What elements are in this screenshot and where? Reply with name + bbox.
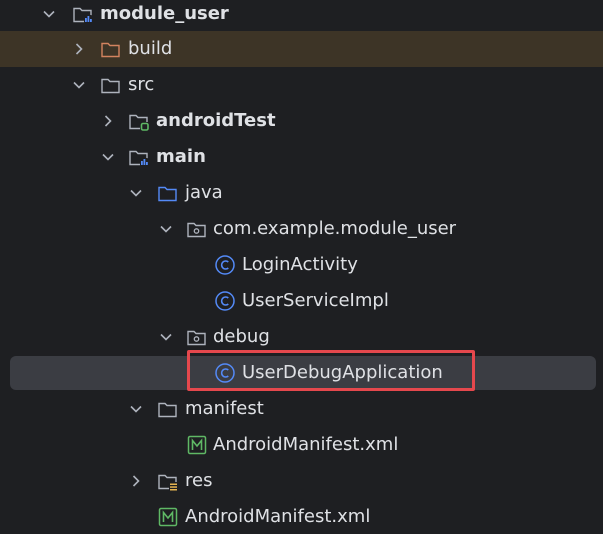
module-folder-icon [128,146,150,168]
manifest-file-icon [186,434,208,456]
package-icon [186,326,208,348]
tree-item-label: UserServiceImpl [242,290,389,311]
tree-item-build[interactable]: build [0,31,603,67]
chevron-down-icon[interactable] [40,5,58,23]
class-icon [214,254,236,276]
tree-item-android-manifest-xml[interactable]: AndroidManifest.xml [0,427,603,463]
module-folder-icon [72,3,94,25]
chevron-down-icon[interactable] [99,148,117,166]
package-icon [186,218,208,240]
tree-item-label: build [128,38,173,59]
tree-item-manifest-folder[interactable]: manifest [0,391,603,427]
tree-item-res[interactable]: res [0,463,603,499]
test-folder-icon [128,110,150,132]
tree-item-src[interactable]: src [0,67,603,103]
tree-item-label: manifest [185,398,264,419]
tree-item-package-module-user[interactable]: com.example.module_user [0,211,603,247]
tree-item-label: main [156,146,206,167]
chevron-down-icon[interactable] [127,400,145,418]
tree-item-label: module_user [100,3,229,24]
annotation-highlight-box [187,350,475,391]
tree-item-android-manifest-xml[interactable]: AndroidManifest.xml [0,499,603,534]
tree-item-label: res [185,470,213,491]
tree-item-label: com.example.module_user [213,218,457,239]
tree-item-user-service-impl[interactable]: UserServiceImpl [0,283,603,319]
class-icon [214,290,236,312]
tree-item-label: src [128,74,155,95]
chevron-down-icon[interactable] [157,220,175,238]
tree-item-label: LoginActivity [242,254,358,275]
excluded-folder-icon [100,38,122,60]
tree-item-main[interactable]: main [0,139,603,175]
tree-item-label: java [185,182,223,203]
chevron-down-icon[interactable] [127,184,145,202]
chevron-down-icon[interactable] [70,76,88,94]
chevron-right-icon[interactable] [70,40,88,58]
folder-icon [157,398,179,420]
resources-folder-icon [157,470,179,492]
chevron-right-icon[interactable] [127,472,145,490]
project-tree: module_user build src androidTest main j… [0,0,603,534]
tree-item-android-test[interactable]: androidTest [0,103,603,139]
tree-item-label: androidTest [156,110,276,131]
tree-item-label: AndroidManifest.xml [213,434,399,455]
manifest-file-icon [157,506,179,528]
tree-item-label: AndroidManifest.xml [185,506,371,527]
chevron-down-icon[interactable] [157,328,175,346]
source-folder-icon [157,182,179,204]
folder-icon [100,74,122,96]
chevron-right-icon[interactable] [99,112,117,130]
tree-item-module-user[interactable]: module_user [0,0,603,32]
tree-item-label: debug [213,326,270,347]
tree-item-login-activity[interactable]: LoginActivity [0,247,603,283]
tree-item-java[interactable]: java [0,175,603,211]
